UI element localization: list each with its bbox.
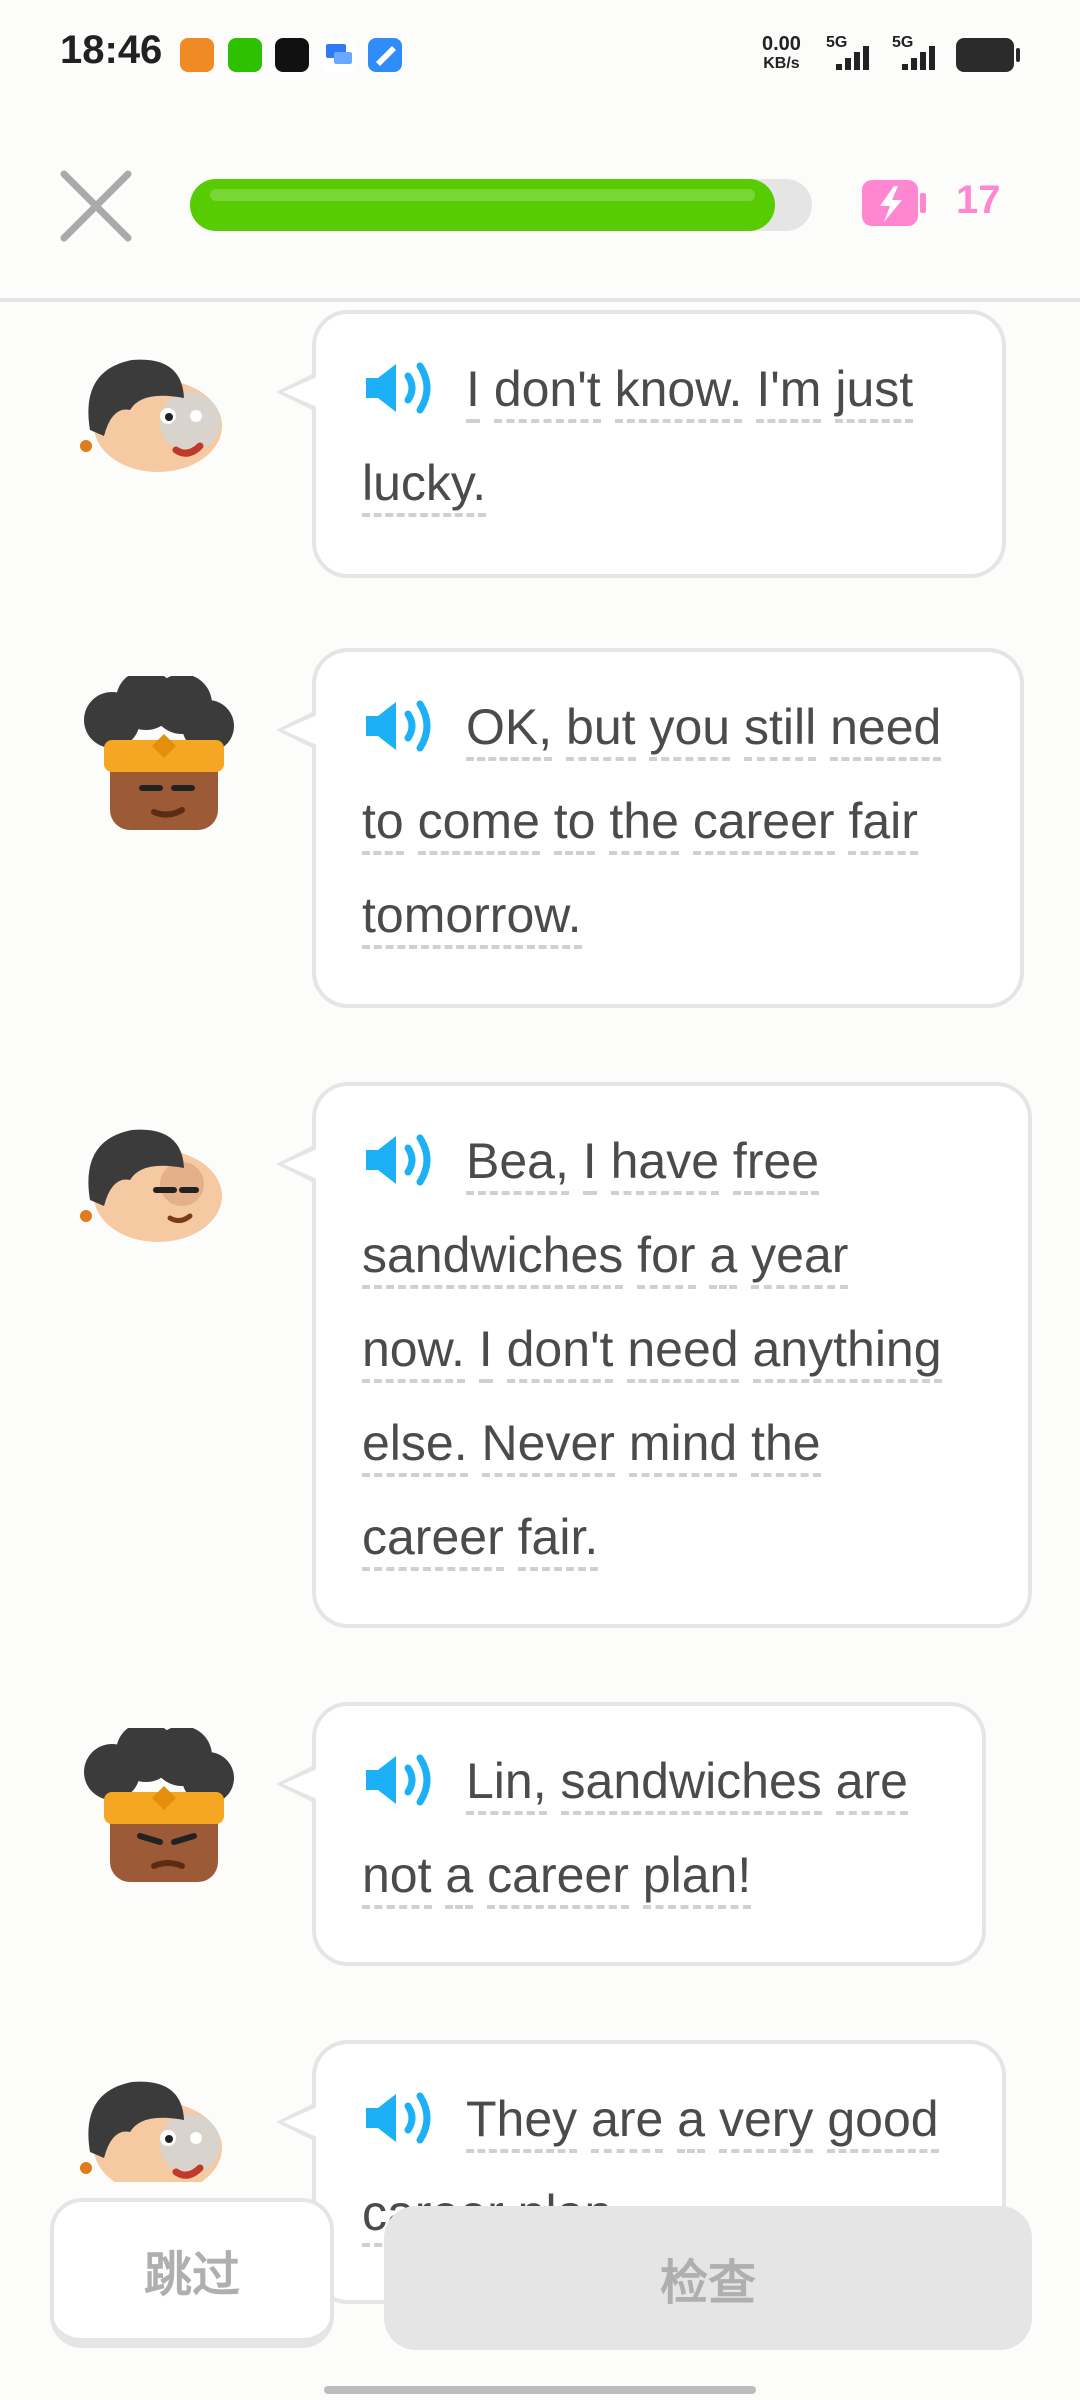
- word[interactable]: know.: [614, 361, 743, 423]
- wechat-icon: [228, 38, 262, 72]
- word[interactable]: not: [362, 1847, 432, 1909]
- word[interactable]: sandwiches: [362, 1227, 624, 1289]
- word[interactable]: year: [751, 1227, 849, 1289]
- word[interactable]: a: [445, 1847, 474, 1909]
- close-button[interactable]: [58, 168, 134, 244]
- word[interactable]: are: [835, 1753, 908, 1815]
- word[interactable]: need: [627, 1321, 739, 1383]
- network-speed-unit: KB/s: [763, 55, 800, 72]
- word[interactable]: to: [553, 793, 596, 855]
- speaker-icon[interactable]: [362, 1752, 436, 1808]
- word[interactable]: I: [466, 361, 480, 423]
- close-icon: [60, 170, 132, 242]
- word[interactable]: They: [466, 2091, 578, 2153]
- word[interactable]: have: [610, 1133, 720, 1195]
- blue-app-icon: [368, 38, 402, 72]
- speaker-icon[interactable]: [362, 1132, 436, 1188]
- word[interactable]: just: [835, 361, 914, 423]
- speaker-icon[interactable]: [362, 698, 436, 754]
- word[interactable]: don't: [506, 1321, 614, 1383]
- word[interactable]: are: [591, 2091, 664, 2153]
- network-speed-value: 0.00: [762, 33, 801, 55]
- network-speed: 0.00 KB/s: [762, 34, 801, 74]
- signal-bars-icon: [902, 46, 935, 70]
- message-app-icon: [322, 38, 356, 72]
- word[interactable]: don't: [493, 361, 601, 423]
- lin-avatar: [72, 1120, 232, 1260]
- status-bar: 18:46 0.00 KB/s 5G 5G: [0, 0, 1080, 110]
- word[interactable]: the: [609, 793, 679, 855]
- progress-fill: [190, 179, 775, 231]
- message-text: Lin, sandwiches are not a career plan!: [362, 1734, 946, 1922]
- word[interactable]: anything: [752, 1321, 942, 1383]
- word[interactable]: a: [709, 1227, 738, 1289]
- signal-5g-2: 5G: [892, 34, 935, 70]
- lesson-progress-bar: [190, 179, 812, 231]
- word[interactable]: career: [487, 1847, 629, 1909]
- word[interactable]: fair.: [517, 1509, 599, 1571]
- word[interactable]: career: [692, 793, 835, 855]
- word[interactable]: I: [478, 1321, 493, 1383]
- word[interactable]: need: [830, 699, 942, 761]
- speaker-icon[interactable]: [362, 2090, 436, 2146]
- word[interactable]: I: [582, 1133, 597, 1195]
- word[interactable]: I'm: [756, 361, 822, 423]
- word[interactable]: free: [732, 1133, 820, 1195]
- skip-button[interactable]: 跳过: [50, 2198, 334, 2348]
- header-divider: [0, 298, 1080, 302]
- word[interactable]: fair: [848, 793, 918, 855]
- battery-icon: [956, 38, 1020, 72]
- word[interactable]: OK,: [466, 699, 553, 761]
- bea-avatar: [82, 670, 242, 830]
- word[interactable]: Lin,: [466, 1753, 547, 1815]
- signal-bars-icon: [836, 46, 869, 70]
- word[interactable]: good: [827, 2091, 939, 2153]
- bea-avatar: [82, 1722, 242, 1882]
- word[interactable]: tomorrow.: [362, 887, 582, 949]
- word[interactable]: sandwiches: [560, 1753, 822, 1815]
- energy-icon: [858, 176, 930, 230]
- word[interactable]: for: [637, 1227, 696, 1289]
- message-text: OK, but you still need to come to the car…: [362, 680, 984, 962]
- check-button[interactable]: 检查: [384, 2206, 1032, 2350]
- word[interactable]: still: [744, 699, 817, 761]
- signal-5g-1: 5G: [826, 34, 869, 70]
- word[interactable]: very: [718, 2091, 814, 2153]
- home-indicator[interactable]: [324, 2386, 756, 2394]
- word[interactable]: a: [677, 2091, 706, 2153]
- lin-avatar: [72, 350, 232, 490]
- orange-cat-app-icon: [180, 38, 214, 72]
- status-time: 18:46: [60, 28, 163, 72]
- word[interactable]: the: [751, 1415, 821, 1477]
- message-bubble: Lin, sandwiches are not a career plan!: [276, 1702, 986, 1966]
- word[interactable]: plan!: [642, 1847, 752, 1909]
- word[interactable]: Never: [481, 1415, 615, 1477]
- word[interactable]: else.: [362, 1415, 468, 1477]
- speaker-icon[interactable]: [362, 360, 436, 416]
- word[interactable]: come: [417, 793, 540, 855]
- word[interactable]: you: [649, 699, 731, 761]
- word[interactable]: but: [566, 699, 636, 761]
- message-bubble: Bea, I have free sandwiches for a year now…: [276, 1082, 1032, 1628]
- word[interactable]: to: [362, 793, 404, 855]
- message-bubble: I don't know. I'm just lucky.: [276, 310, 1006, 578]
- word[interactable]: lucky.: [362, 455, 487, 517]
- energy-count: 17: [956, 178, 1001, 222]
- word[interactable]: career: [362, 1509, 504, 1571]
- message-text: I don't know. I'm just lucky.: [362, 342, 966, 530]
- message-bubble: OK, but you still need to come to the car…: [276, 648, 1024, 1008]
- message-text: Bea, I have free sandwiches for a year now…: [362, 1114, 992, 1584]
- word[interactable]: now.: [362, 1321, 465, 1383]
- word[interactable]: Bea,: [466, 1133, 569, 1195]
- word[interactable]: mind: [628, 1415, 738, 1477]
- lin-avatar: [72, 2072, 232, 2182]
- tiktok-icon: [275, 38, 309, 72]
